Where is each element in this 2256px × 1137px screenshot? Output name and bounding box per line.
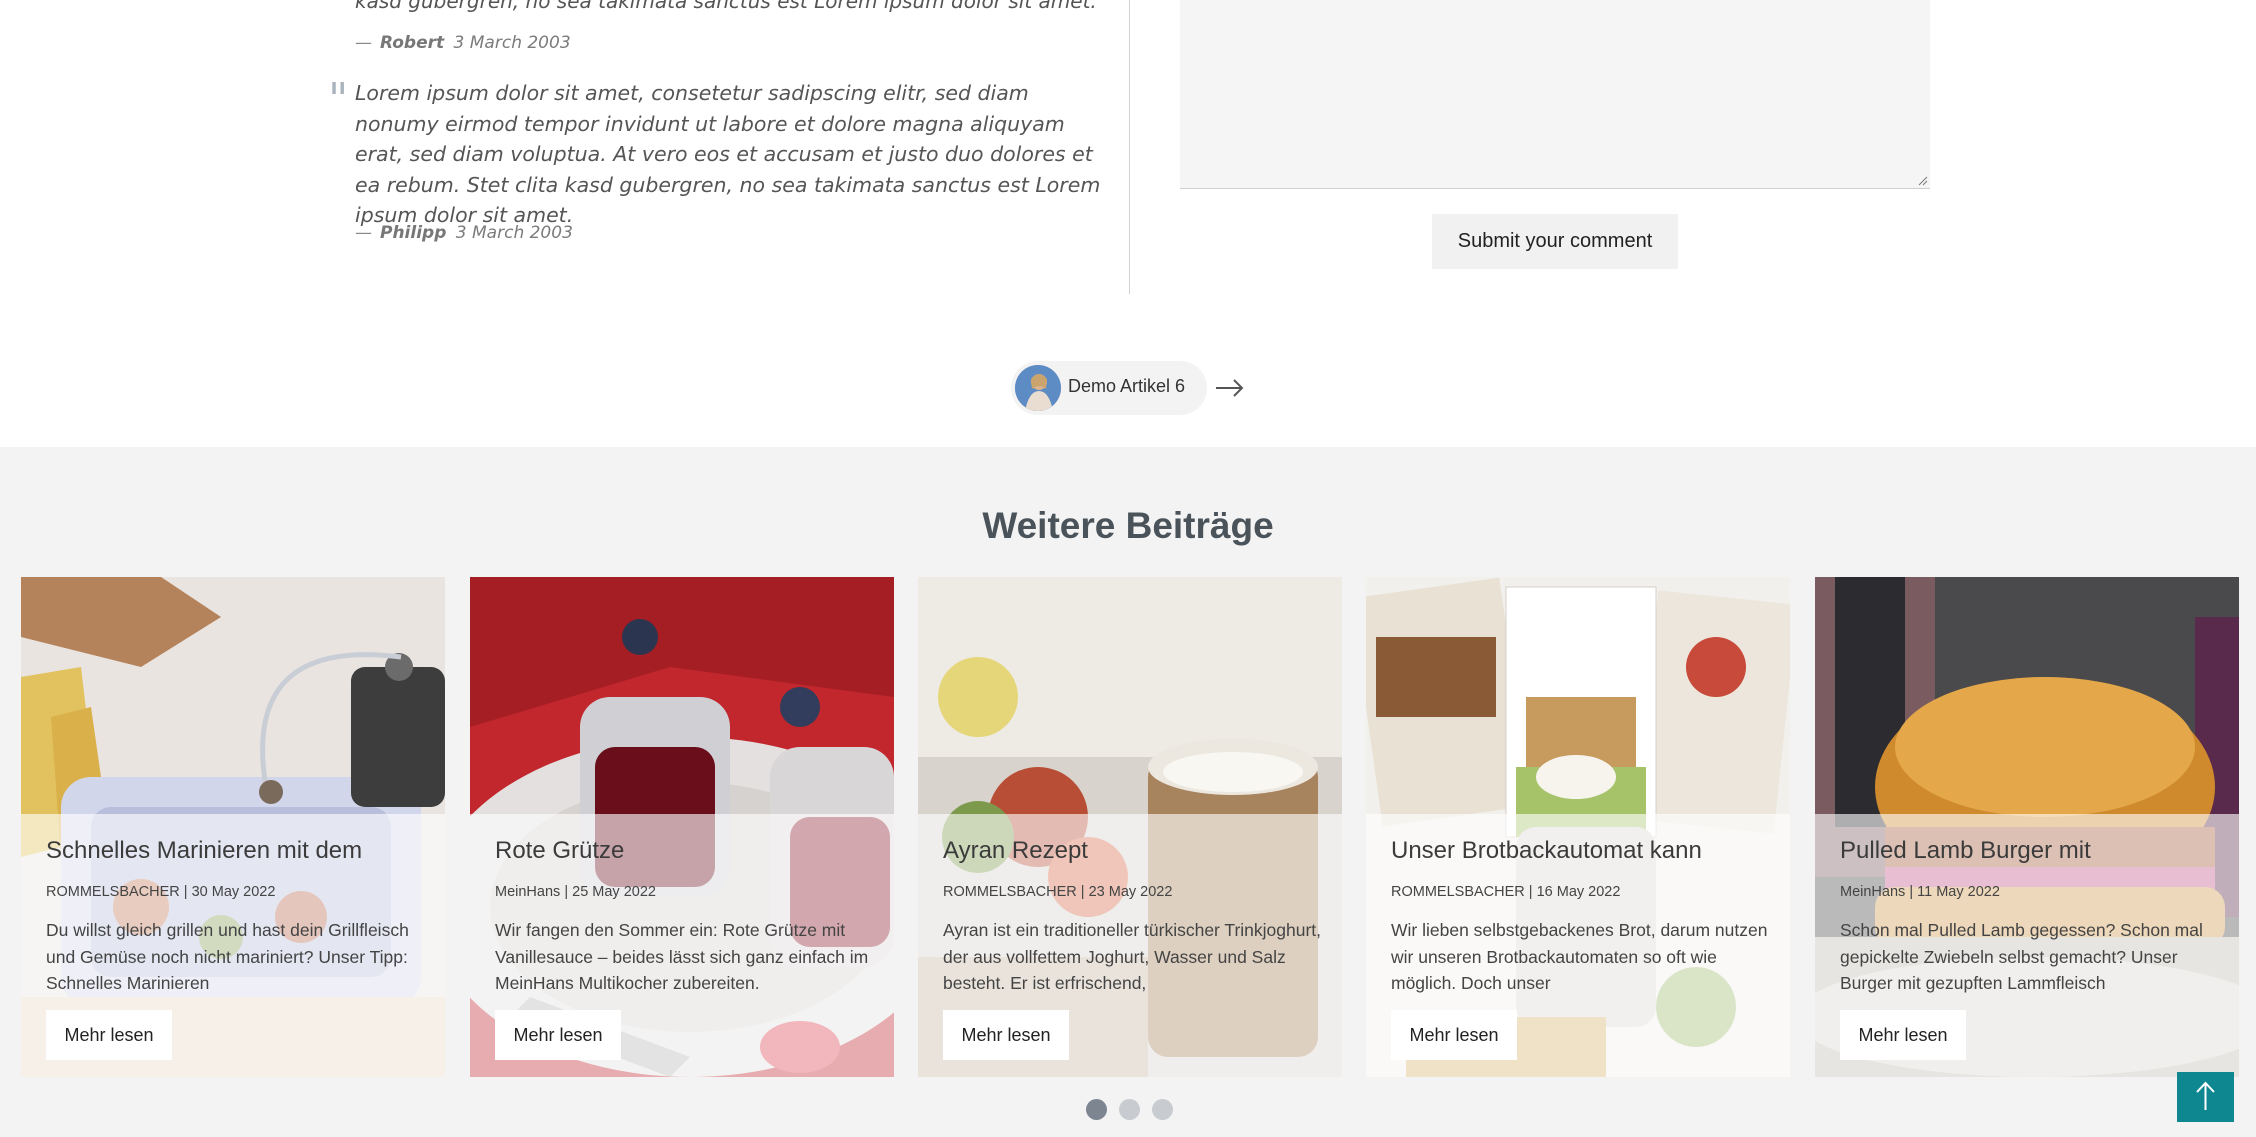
card-meta: ROMMELSBACHER | 30 May 2022 (46, 884, 275, 900)
post-card[interactable]: Pulled Lamb Burger mit MeinHans | 11 May… (1815, 577, 2239, 1077)
comment-meta: — Robert 3 March 2003 (355, 33, 571, 53)
meta-separator: | (1909, 884, 1914, 900)
card-excerpt: Du willst gleich grillen und hast dein G… (46, 920, 409, 993)
next-post-link[interactable]: Demo Artikel 6 (1011, 361, 1207, 415)
section-title: Weitere Beiträge (982, 505, 1274, 546)
comment-date: 3 March 2003 (455, 223, 573, 243)
comment-author: Robert (380, 33, 445, 53)
more-posts-section: Weitere Beiträge Schnelles Marinieren mi… (0, 447, 2256, 1137)
resize-grip-icon[interactable] (1918, 176, 1928, 186)
meta-separator: | (564, 884, 569, 900)
article-footer-section: kasd gubergren, no sea takimata sanctus … (0, 0, 2256, 447)
card-title[interactable]: Pulled Lamb Burger mit (1840, 837, 2220, 865)
quote-icon: " (328, 74, 349, 125)
read-more-button[interactable]: Mehr lesen (1391, 1010, 1517, 1060)
card-author: ROMMELSBACHER (1391, 884, 1525, 900)
read-more-button[interactable]: Mehr lesen (46, 1010, 172, 1060)
carousel-dot-2[interactable] (1119, 1099, 1140, 1120)
card-author: ROMMELSBACHER (943, 884, 1077, 900)
card-title[interactable]: Unser Brotbackautomat kann (1391, 837, 1771, 865)
read-more-button[interactable]: Mehr lesen (495, 1010, 621, 1060)
column-divider (1129, 0, 1130, 294)
card-date: 11 May 2022 (1917, 884, 2000, 900)
card-meta: MeinHans | 11 May 2022 (1840, 884, 2000, 900)
card-date: 23 May 2022 (1088, 884, 1173, 900)
comments-list: kasd gubergren, no sea takimata sanctus … (320, 0, 1130, 294)
comment-text: Lorem ipsum dolor sit amet, consetetur s… (355, 81, 1101, 227)
card-excerpt: Wir lieben selbstgebackenes Brot, darum … (1391, 920, 1768, 993)
submit-comment-button[interactable]: Submit your comment (1432, 214, 1678, 269)
comment-meta: — Philipp 3 March 2003 (355, 223, 573, 243)
meta-dash: — (355, 33, 372, 53)
card-author: MeinHans (495, 884, 561, 900)
arrow-up-icon (2196, 1081, 2215, 1110)
card-title[interactable]: Ayran Rezept (943, 837, 1323, 865)
carousel-pagination (1086, 1099, 1176, 1123)
post-card[interactable]: Schnelles Marinieren mit dem ROMMELSBACH… (21, 577, 445, 1077)
card-meta: MeinHans | 25 May 2022 (495, 884, 656, 900)
card-excerpt: Schon mal Pulled Lamb gegessen? Schon ma… (1840, 920, 2203, 993)
read-more-button[interactable]: Mehr lesen (1840, 1010, 1966, 1060)
card-excerpt: Ayran ist ein traditioneller türkischer … (943, 920, 1322, 993)
meta-separator: | (183, 884, 188, 900)
card-date: 30 May 2022 (191, 884, 276, 900)
card-title[interactable]: Rote Grütze (495, 837, 875, 865)
post-card[interactable]: Unser Brotbackautomat kann ROMMELSBACHER… (1366, 577, 1790, 1077)
card-overlay: Schnelles Marinieren mit dem ROMMELSBACH… (21, 814, 445, 1077)
post-thumbnail-avatar (1015, 365, 1061, 411)
meta-separator: | (1080, 884, 1085, 900)
card-date: 16 May 2022 (1536, 884, 1621, 900)
meta-separator: | (1528, 884, 1533, 900)
comment-text-fragment: kasd gubergren, no sea takimata sanctus … (355, 0, 1097, 13)
meta-dash: — (355, 223, 372, 243)
post-card[interactable]: Ayran Rezept ROMMELSBACHER | 23 May 2022… (918, 577, 1342, 1077)
card-meta: ROMMELSBACHER | 23 May 2022 (943, 884, 1172, 900)
comment-date: 3 March 2003 (453, 33, 571, 53)
arrow-right-icon[interactable] (1215, 377, 1245, 399)
card-overlay: Unser Brotbackautomat kann ROMMELSBACHER… (1366, 814, 1790, 1077)
card-overlay: Pulled Lamb Burger mit MeinHans | 11 May… (1815, 814, 2239, 1077)
card-author: MeinHans (1840, 884, 1906, 900)
next-post-label: Demo Artikel 6 (1068, 376, 1186, 396)
scroll-to-top-button[interactable] (2177, 1072, 2234, 1122)
carousel-dot-3[interactable] (1152, 1099, 1173, 1120)
comment-textarea[interactable] (1180, 0, 1930, 189)
card-excerpt: Wir fangen den Sommer ein: Rote Grütze m… (495, 920, 869, 993)
card-author: ROMMELSBACHER (46, 884, 180, 900)
card-overlay: Rote Grütze MeinHans | 25 May 2022 Wir f… (470, 814, 894, 1077)
comment-author: Philipp (380, 223, 447, 243)
card-title[interactable]: Schnelles Marinieren mit dem (46, 837, 426, 865)
card-overlay: Ayran Rezept ROMMELSBACHER | 23 May 2022… (918, 814, 1342, 1077)
card-meta: ROMMELSBACHER | 16 May 2022 (1391, 884, 1620, 900)
card-date: 25 May 2022 (572, 884, 656, 900)
post-card[interactable]: Rote Grütze MeinHans | 25 May 2022 Wir f… (470, 577, 894, 1077)
carousel-dot-1[interactable] (1086, 1099, 1107, 1120)
read-more-button[interactable]: Mehr lesen (943, 1010, 1069, 1060)
